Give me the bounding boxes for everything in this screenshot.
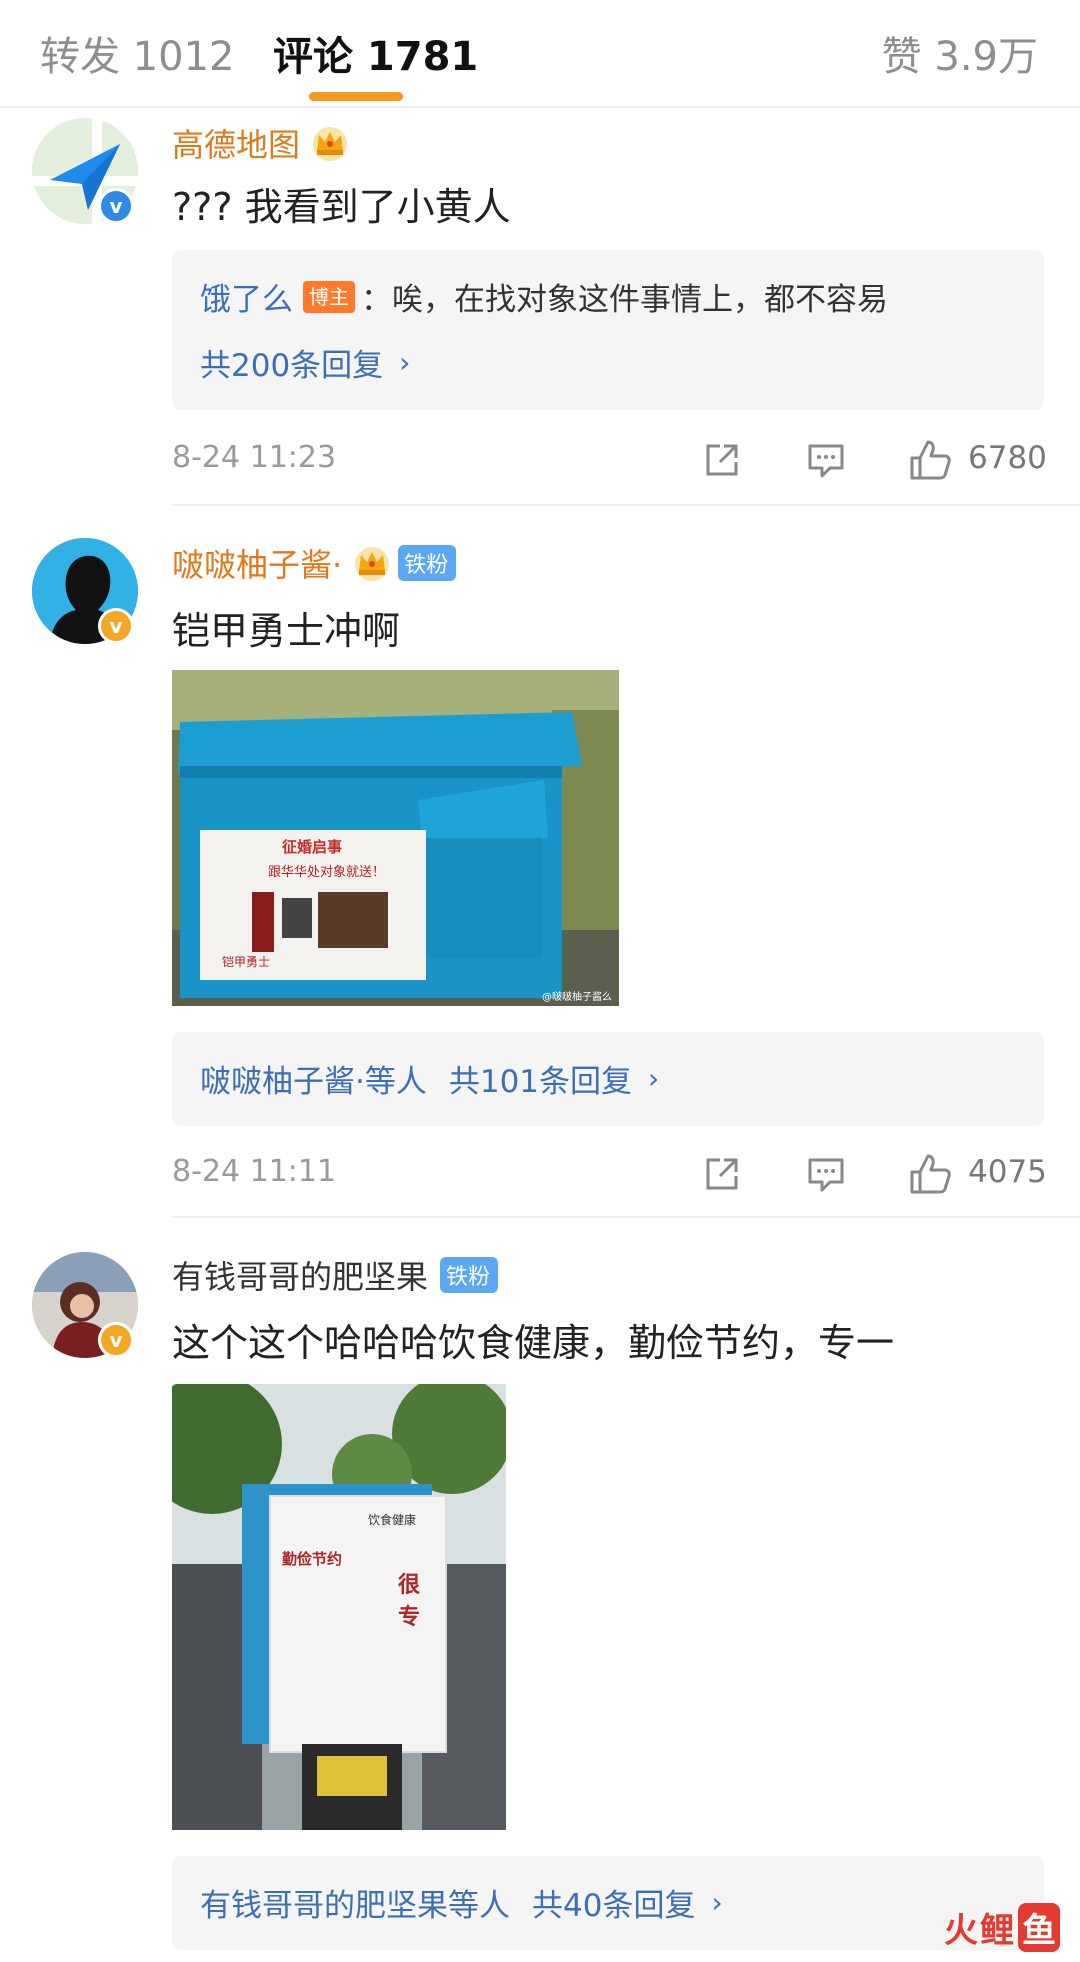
sign-line: 跟华华处对象就送！ — [268, 865, 385, 880]
fan-badge: 铁粉 — [398, 545, 457, 581]
reply-preview[interactable]: 饿了么 博主 ：唉，在找对象这件事情上，都不容易 共200条回复 › — [172, 250, 1044, 410]
divider — [172, 1216, 1080, 1218]
username[interactable]: 啵啵柚子酱· — [172, 540, 342, 586]
chevron-right-icon: › — [711, 1886, 723, 1919]
sign-line: 专 — [398, 1604, 420, 1630]
tab-comments[interactable]: 评论 1781 — [273, 24, 478, 82]
reply-users: 啵啵柚子酱·等人 — [200, 1064, 427, 1100]
like-count: 4075 — [968, 1154, 1047, 1190]
comment-header: 有钱哥哥的肥坚果 铁粉 — [172, 1252, 499, 1298]
timestamp: 8-24 11:23 — [172, 440, 337, 475]
reply-line: 饿了么 博主 ：唉，在找对象这件事情上，都不容易 — [200, 274, 888, 319]
chevron-right-icon: › — [399, 346, 411, 379]
comment-tabs: 转发 1012 评论 1781 赞 3.9万 — [0, 0, 1080, 108]
tab-likes[interactable]: 赞 3.9万 — [882, 24, 1038, 82]
reply-users: 有钱哥哥的肥坚果等人 — [200, 1888, 510, 1924]
sign-line: 勤俭节约 — [282, 1550, 342, 1568]
divider — [172, 504, 1080, 506]
username[interactable]: 有钱哥哥的肥坚果 — [172, 1252, 428, 1298]
share-icon[interactable] — [700, 438, 744, 486]
comment-icon[interactable] — [804, 1152, 848, 1200]
sign-title: 征婚启事 — [282, 838, 342, 856]
comment-text: 这个这个哈哈哈饮食健康，勤俭节约，专一 — [172, 1321, 895, 1365]
view-replies-link[interactable]: 有钱哥哥的肥坚果等人 共40条回复 › — [200, 1880, 723, 1925]
comment-meta: 8-24 11:23 6780 — [172, 434, 1047, 486]
username[interactable]: 高德地图 — [172, 120, 300, 166]
avatar[interactable]: v — [32, 118, 138, 224]
thumbs-up-icon[interactable] — [908, 438, 952, 486]
like-count: 6780 — [968, 440, 1047, 476]
sign-line: 饮食健康 — [368, 1512, 416, 1527]
reply-username[interactable]: 饿了么 — [200, 274, 293, 319]
reply-count: 共40条回复 — [532, 1888, 696, 1924]
reply-text: ：唉，在找对象这件事情上，都不容易 — [361, 282, 888, 318]
crown-icon — [355, 547, 390, 581]
comment-text: 铠甲勇士冲啊 — [172, 609, 401, 653]
fan-badge: 铁粉 — [440, 1257, 499, 1293]
comment-text: ??? 我看到了小黄人 — [172, 185, 511, 229]
avatar[interactable]: v — [32, 1252, 138, 1358]
comment-header: 高德地图 — [172, 120, 350, 166]
chevron-right-icon: › — [648, 1062, 660, 1095]
crown-icon — [313, 127, 348, 161]
delivery-box-photo: 征婚启事 跟华华处对象就送！ 铠甲勇士 @啵啵柚子酱么 — [172, 670, 619, 1006]
view-replies-link[interactable]: 共200条回复 › — [200, 340, 410, 385]
comment-photo[interactable]: 勤俭节约 很 专 饮食健康 — [172, 1384, 506, 1830]
sign-line: 铠甲勇士 — [222, 954, 270, 969]
verified-badge-icon: v — [98, 1322, 134, 1358]
verified-badge-icon: v — [98, 188, 134, 224]
reply-preview[interactable]: 有钱哥哥的肥坚果等人 共40条回复 › — [172, 1856, 1044, 1950]
comment-meta: 8-24 11:11 4075 — [172, 1148, 1047, 1200]
reply-preview[interactable]: 啵啵柚子酱·等人 共101条回复 › — [172, 1032, 1044, 1126]
reply-count: 共200条回复 — [200, 348, 384, 384]
active-tab-indicator — [309, 92, 403, 101]
site-watermark: 火 鲤 鱼 — [944, 1903, 1060, 1952]
avatar[interactable]: v — [32, 538, 138, 644]
share-icon[interactable] — [700, 1152, 744, 1200]
photo-watermark: @啵啵柚子酱么 — [542, 990, 612, 1003]
comment-header: 啵啵柚子酱· 铁粉 — [172, 540, 457, 586]
delivery-bike-photo: 勤俭节约 很 专 饮食健康 — [172, 1384, 506, 1830]
verified-badge-icon: v — [98, 608, 134, 644]
comment-icon[interactable] — [804, 438, 848, 486]
reply-count: 共101条回复 — [448, 1064, 633, 1100]
sign-line: 很 — [398, 1573, 420, 1598]
comment-photo[interactable]: 征婚启事 跟华华处对象就送！ 铠甲勇士 @啵啵柚子酱么 — [172, 670, 619, 1006]
timestamp: 8-24 11:11 — [172, 1154, 337, 1189]
view-replies-link[interactable]: 啵啵柚子酱·等人 共101条回复 › — [200, 1056, 659, 1101]
tab-repost[interactable]: 转发 1012 — [40, 24, 235, 82]
host-badge: 博主 — [303, 280, 355, 313]
thumbs-up-icon[interactable] — [908, 1152, 952, 1200]
